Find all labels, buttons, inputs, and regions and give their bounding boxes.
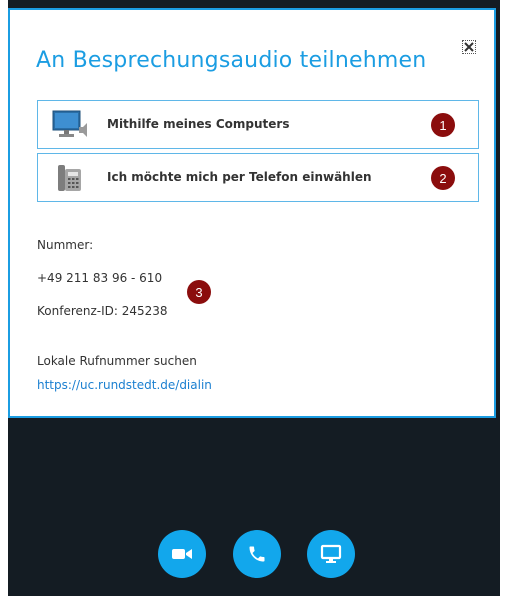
dialin-link[interactable]: https://uc.rundstedt.de/dialin (37, 378, 212, 392)
step-badge-3: 3 (187, 280, 211, 304)
video-camera-icon (172, 549, 192, 559)
close-button[interactable] (462, 40, 476, 54)
dialin-number-label: Nummer: (37, 238, 94, 252)
option-phone-label: Ich möchte mich per Telefon einwählen (107, 170, 372, 184)
call-button[interactable] (233, 530, 281, 578)
option-phone-dialin[interactable]: Ich möchte mich per Telefon einwählen 2 (37, 153, 479, 202)
desk-phone-icon (58, 165, 81, 191)
option-computer-audio[interactable]: Mithilfe meines Computers 1 (37, 100, 479, 149)
video-button[interactable] (158, 530, 206, 578)
step-badge-1: 1 (431, 113, 455, 137)
dialog-title: An Besprechungsaudio teilnehmen (36, 48, 427, 73)
step-badge-2: 2 (431, 166, 455, 190)
monitor-icon (320, 544, 342, 563)
conference-id: Konferenz-ID: 245238 (37, 304, 168, 318)
join-audio-dialog: An Besprechungsaudio teilnehmen Mithilfe… (8, 8, 496, 418)
close-icon (464, 42, 474, 52)
dialin-number: +49 211 83 96 - 610 (37, 271, 163, 285)
option-computer-label: Mithilfe meines Computers (107, 117, 290, 131)
present-button[interactable] (307, 530, 355, 578)
computer-speaker-icon (52, 110, 87, 137)
phone-icon (249, 546, 265, 562)
local-number-label: Lokale Rufnummer suchen (37, 354, 197, 368)
